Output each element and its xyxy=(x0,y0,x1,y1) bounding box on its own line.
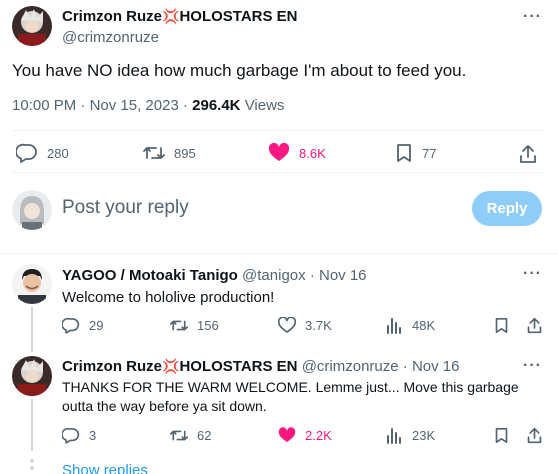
reply-header: YAGOO / Motoaki Tanigo @tanigox · Nov 16 xyxy=(62,267,367,284)
bookmark-count: 77 xyxy=(422,145,437,161)
anger-symbol-icon: 💢 xyxy=(162,358,180,374)
views-count: 296.4K xyxy=(192,97,241,114)
reply-date[interactable]: Nov 16 xyxy=(319,267,367,284)
reply-author-name[interactable]: Crimzon Ruze💢HOLOSTARS EN xyxy=(62,358,298,375)
bookmark-icon[interactable] xyxy=(494,427,509,449)
more-options-icon[interactable]: ··· xyxy=(523,357,542,375)
heart-filled-icon xyxy=(278,427,296,443)
repost-icon xyxy=(143,147,165,159)
repost-action[interactable]: 895 xyxy=(143,143,196,163)
author-handle[interactable]: @crimzonruze xyxy=(62,29,159,46)
show-replies-link[interactable]: Show replies xyxy=(62,462,148,474)
divider xyxy=(12,130,546,131)
like-count: 3.7K xyxy=(305,318,332,333)
repost-count: 895 xyxy=(174,145,196,161)
reply-action[interactable]: 29 xyxy=(62,317,103,334)
author-name-suffix: HOLOSTARS EN xyxy=(179,8,298,25)
repost-action[interactable]: 62 xyxy=(170,427,211,444)
views-action[interactable]: 48K xyxy=(386,317,435,334)
meta-separator: · xyxy=(309,267,315,284)
reply-count: 29 xyxy=(89,318,104,333)
reply-icon xyxy=(62,427,80,444)
like-count: 2.2K xyxy=(305,428,332,443)
views-count: 48K xyxy=(412,318,436,333)
author-avatar[interactable] xyxy=(12,6,52,46)
like-action[interactable]: 3.7K xyxy=(278,317,332,334)
my-avatar[interactable] xyxy=(12,190,52,230)
reply-count: 3 xyxy=(89,428,97,443)
reply-author-name[interactable]: YAGOO / Motoaki Tanigo xyxy=(62,267,238,284)
thread-line xyxy=(31,399,33,451)
repost-count: 62 xyxy=(197,428,212,443)
reply-icon xyxy=(62,317,80,334)
reply-icon xyxy=(16,143,37,163)
bookmark-icon xyxy=(397,144,411,162)
tweet-date[interactable]: Nov 15, 2023 xyxy=(90,97,179,114)
reply-input[interactable]: Post your reply xyxy=(62,197,452,219)
reply-text: Welcome to hololive production! xyxy=(62,289,275,306)
share-icon[interactable] xyxy=(526,427,543,449)
heart-filled-icon xyxy=(268,143,290,161)
tweet-meta: 10:00 PM · Nov 15, 2023 · 296.4K Views xyxy=(12,97,284,114)
thread-dot xyxy=(30,459,34,463)
meta-separator: · xyxy=(182,97,193,114)
divider xyxy=(0,253,558,254)
reply-text-line: THANKS FOR THE WARM WELCOME. Lemme just.… xyxy=(62,379,519,395)
reply-button[interactable]: Reply xyxy=(472,191,542,226)
author-name-text: Crimzon Ruze xyxy=(62,8,163,25)
reply-author-avatar[interactable] xyxy=(12,356,52,396)
reply-author-handle[interactable]: @crimzonruze xyxy=(302,358,399,375)
tweet-time[interactable]: 10:00 PM xyxy=(12,97,76,114)
repost-icon xyxy=(170,430,188,441)
bookmark-action[interactable]: 77 xyxy=(395,143,436,163)
views-count: 23K xyxy=(412,428,436,443)
reply-author-name-suffix: HOLOSTARS EN xyxy=(179,358,298,375)
divider xyxy=(12,172,546,173)
author-name[interactable]: Crimzon Ruze💢HOLOSTARS EN xyxy=(62,8,298,25)
thread-dot xyxy=(30,466,34,470)
reply-action[interactable]: 3 xyxy=(62,427,96,444)
repost-count: 156 xyxy=(197,318,219,333)
analytics-icon xyxy=(387,428,401,444)
reply-date[interactable]: Nov 16 xyxy=(412,358,460,375)
like-count: 8.6K xyxy=(299,145,326,161)
repost-action[interactable]: 156 xyxy=(170,317,219,334)
thread-line xyxy=(31,307,33,352)
reply-header: Crimzon Ruze💢HOLOSTARS EN @crimzonruze ·… xyxy=(62,358,459,375)
more-options-icon[interactable]: ··· xyxy=(523,265,542,283)
like-action[interactable]: 8.6K xyxy=(268,143,326,163)
heart-icon xyxy=(278,317,296,333)
anger-symbol-icon: 💢 xyxy=(162,8,180,24)
views-action[interactable]: 23K xyxy=(386,427,435,444)
reply-text-line: outta the way before ya sit down. xyxy=(62,398,267,414)
analytics-icon xyxy=(387,318,401,334)
reply-action[interactable]: 280 xyxy=(16,143,69,163)
tweet-text: You have NO idea how much garbage I'm ab… xyxy=(12,61,467,80)
reply-count: 280 xyxy=(47,145,69,161)
views-label: Views xyxy=(244,97,285,114)
repost-icon xyxy=(170,320,188,331)
like-action[interactable]: 2.2K xyxy=(278,427,332,444)
more-options-icon[interactable]: ··· xyxy=(523,8,542,26)
share-icon[interactable] xyxy=(518,144,538,169)
reply-author-handle[interactable]: @tanigox xyxy=(242,267,306,284)
meta-separator: · xyxy=(402,358,408,375)
reply-author-avatar[interactable] xyxy=(12,264,52,304)
meta-separator: · xyxy=(80,97,90,114)
bookmark-icon[interactable] xyxy=(494,317,509,339)
share-icon[interactable] xyxy=(526,317,543,339)
reply-author-name-text: Crimzon Ruze xyxy=(62,358,163,375)
